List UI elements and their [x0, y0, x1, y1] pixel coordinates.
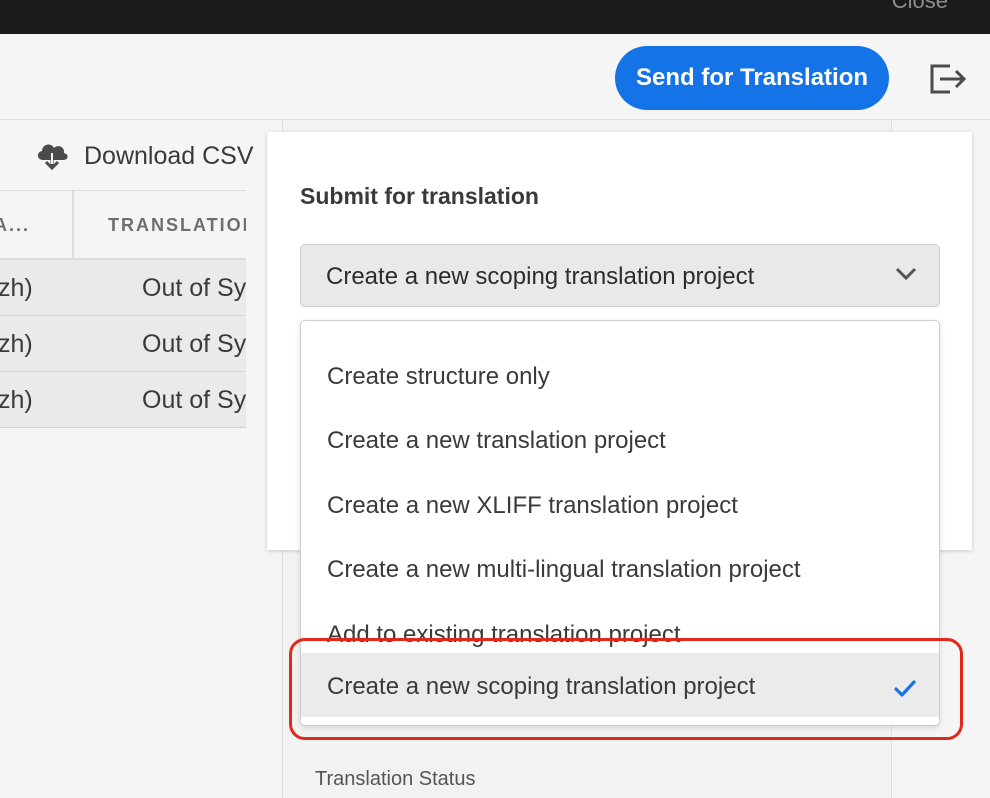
popover-title: Submit for translation: [300, 183, 539, 209]
menu-item-new-multilingual-project[interactable]: Create a new multi-lingual translation p…: [301, 532, 939, 596]
action-bar: Send for Translation: [0, 34, 990, 120]
table-cell: zh): [0, 386, 33, 414]
menu-item-label: Create a new scoping translation project: [327, 673, 756, 700]
table-cell: Out of Sync: [142, 330, 246, 358]
table-header: A... TRANSLATION: [0, 190, 246, 260]
column-header[interactable]: A...: [0, 215, 34, 236]
translation-status-label: Translation Status: [315, 768, 476, 790]
menu-item-new-scoping-project[interactable]: Create a new scoping translation project: [301, 653, 939, 717]
menu-item-label: Create a new multi-lingual translation p…: [327, 556, 801, 583]
menu-item-add-to-existing-project[interactable]: Add to existing translation project: [301, 597, 939, 661]
menu-item-label: Add to existing translation project: [327, 621, 681, 648]
menu-item-new-xliff-project[interactable]: Create a new XLIFF translation project: [301, 468, 939, 532]
translation-method-menu: Create structure only Create a new trans…: [300, 320, 940, 726]
chevron-down-icon: [895, 267, 917, 281]
close-label[interactable]: Close: [892, 0, 948, 14]
menu-item-new-translation-project[interactable]: Create a new translation project: [301, 403, 939, 467]
menu-item-label: Create structure only: [327, 363, 550, 390]
menu-item-label: Create a new XLIFF translation project: [327, 492, 738, 519]
cloud-download-icon: [37, 144, 68, 171]
send-for-translation-button[interactable]: Send for Translation: [615, 46, 889, 110]
download-csv-label: Download CSV: [84, 141, 254, 170]
top-bar: Close: [0, 0, 990, 34]
translation-method-picker[interactable]: Create a new scoping translation project: [300, 244, 940, 307]
table-cell: Out of Sync: [142, 274, 246, 302]
download-csv-button[interactable]: Download CSV: [34, 136, 254, 176]
exit-icon[interactable]: [928, 62, 968, 96]
left-pane: Download CSV A... TRANSLATION zh) Out of…: [0, 120, 266, 798]
table-row[interactable]: zh) Out of Sync: [0, 316, 246, 372]
column-header[interactable]: TRANSLATION: [108, 215, 246, 236]
table-row[interactable]: zh) Out of Sync: [0, 372, 246, 428]
translation-table: A... TRANSLATION zh) Out of Sync zh) Out…: [0, 190, 246, 428]
picker-value: Create a new scoping translation project: [326, 263, 755, 290]
checkmark-icon: [894, 680, 916, 697]
table-cell: zh): [0, 330, 33, 358]
table-cell: zh): [0, 274, 33, 302]
menu-item-label: Create a new translation project: [327, 427, 666, 454]
table-cell: Out of Sync: [142, 386, 246, 414]
table-row[interactable]: zh) Out of Sync: [0, 260, 246, 316]
menu-item-structure-only[interactable]: Create structure only: [301, 339, 939, 403]
